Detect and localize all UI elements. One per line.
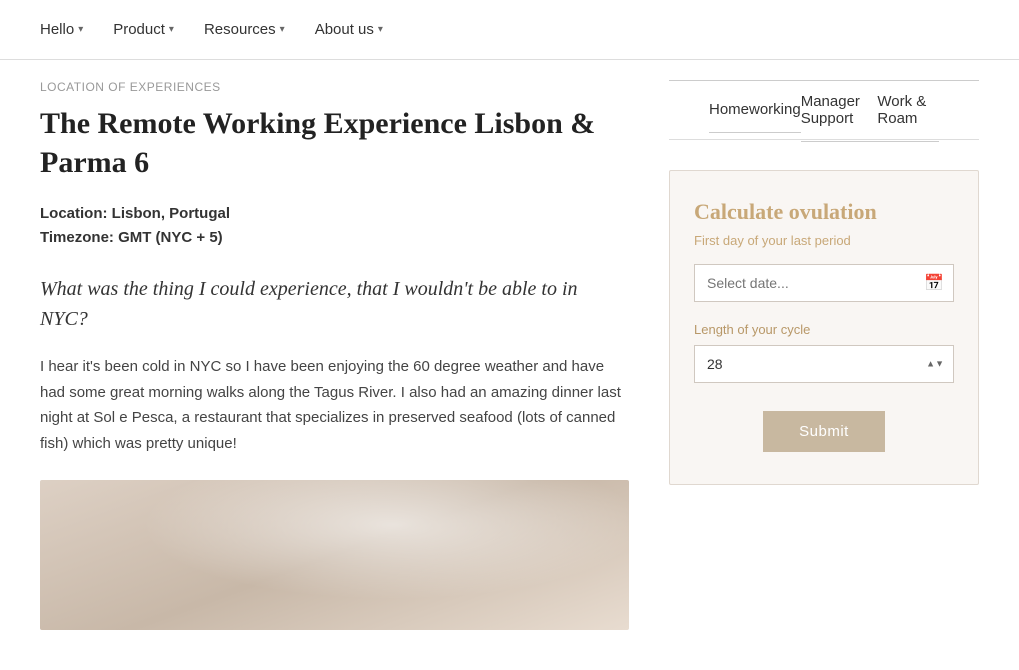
submit-button[interactable]: Submit [763, 411, 885, 452]
cycle-select[interactable]: 24 25 26 27 28 29 30 31 32 33 34 [694, 345, 954, 383]
nav-label-product: Product [113, 21, 165, 38]
sidebar-nav: Homeworking Manager Support Work & Roam [669, 80, 979, 140]
nav-label-hello: Hello [40, 21, 74, 38]
nav-label-resources: Resources [204, 21, 276, 38]
timezone-text: Timezone: GMT (NYC + 5) [40, 226, 629, 250]
nav-item-about[interactable]: About us ▾ [315, 21, 383, 38]
sidebar-item-manager-support[interactable]: Manager Support [801, 79, 878, 142]
location-info: Location: Lisbon, Portugal Timezone: GMT… [40, 202, 629, 250]
chevron-down-icon: ▾ [280, 24, 285, 35]
article-image [40, 480, 629, 630]
chevron-down-icon: ▾ [169, 24, 174, 35]
main-content: LOCATION OF EXPERIENCES The Remote Worki… [40, 80, 629, 630]
chevron-down-icon: ▾ [78, 24, 83, 35]
pull-quote: What was the thing I could experience, t… [40, 274, 629, 334]
ovulation-widget: Calculate ovulation First day of your la… [669, 170, 979, 485]
chevron-down-icon: ▾ [378, 24, 383, 35]
cycle-label: Length of your cycle [694, 322, 954, 337]
sidebar: Homeworking Manager Support Work & Roam … [669, 80, 979, 630]
sidebar-item-work-roam[interactable]: Work & Roam [877, 79, 939, 142]
nav-label-about: About us [315, 21, 374, 38]
nav-item-product[interactable]: Product ▾ [113, 21, 174, 38]
sidebar-item-homeworking[interactable]: Homeworking [709, 87, 801, 133]
main-nav: Hello ▾ Product ▾ Resources ▾ About us ▾ [0, 0, 1019, 60]
date-input-wrapper: 📅 [694, 264, 954, 302]
nav-item-resources[interactable]: Resources ▾ [204, 21, 285, 38]
widget-title: Calculate ovulation [694, 199, 954, 225]
cycle-select-wrapper: 24 25 26 27 28 29 30 31 32 33 34 ▲▼ [694, 345, 954, 383]
nav-item-hello[interactable]: Hello ▾ [40, 21, 83, 38]
location-text: Location: Lisbon, Portugal [40, 202, 629, 226]
article-title: The Remote Working Experience Lisbon & P… [40, 104, 629, 182]
date-input[interactable] [694, 264, 954, 302]
article-image-inner [40, 480, 629, 630]
page-layout: LOCATION OF EXPERIENCES The Remote Worki… [0, 60, 1019, 670]
breadcrumb: LOCATION OF EXPERIENCES [40, 80, 629, 94]
first-day-label: First day of your last period [694, 233, 954, 248]
article-body: I hear it's been cold in NYC so I have b… [40, 354, 629, 456]
